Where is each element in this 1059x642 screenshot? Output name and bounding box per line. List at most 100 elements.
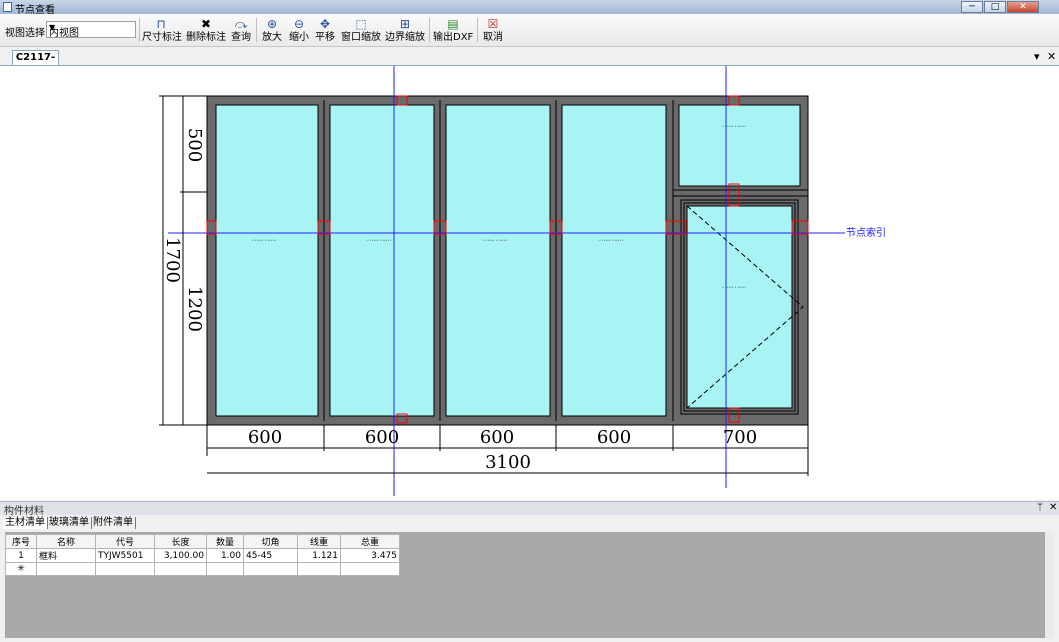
- document-tab-strip: C2117-1 ▾ ✕: [0, 47, 1059, 76]
- dimension-button-label: 尺寸标注: [142, 32, 182, 43]
- dim-bottom-2: 600: [365, 427, 399, 448]
- new-cell[interactable]: [154, 562, 207, 576]
- drawing-canvas[interactable]: • ••••• • ••••• • ••••• • ••••• • ••••• …: [0, 66, 1059, 500]
- query-button-label: 查询: [231, 32, 251, 43]
- new-row-marker: ✳: [5, 562, 37, 576]
- window-drawing: • ••••• • ••••• • ••••• • ••••• • ••••• …: [159, 66, 886, 496]
- close-button[interactable]: ✕: [1007, 1, 1039, 13]
- pan-icon: ✥: [319, 17, 331, 31]
- export-dxf-button[interactable]: ▤ 输出DXF: [433, 17, 473, 44]
- panel-close-icon[interactable]: ✕: [1049, 502, 1057, 513]
- svg-text:• ••••• • •••••: • ••••• • •••••: [483, 238, 507, 242]
- table-header-row: 序号 名称 代号 长度 数量 切角 线重 总重: [5, 534, 400, 549]
- pan-button-label: 平移: [315, 32, 335, 43]
- materials-table: 序号 名称 代号 长度 数量 切角 线重 总重 1 框料 TYJW5501 3,…: [5, 534, 400, 576]
- dim-bottom-1: 600: [248, 427, 282, 448]
- chevron-down-icon: ▼: [49, 23, 56, 32]
- cancel-icon: ☒: [487, 17, 499, 31]
- window-zoom-button-label: 窗口缩放: [341, 32, 381, 43]
- toolbar-separator: [139, 18, 140, 42]
- toolbar-separator: [256, 18, 257, 42]
- dimension-icon: ⊓: [156, 17, 166, 31]
- toolbar-separator: [477, 18, 478, 42]
- app-icon: [3, 2, 12, 12]
- view-select-dropdown[interactable]: 内视图 ▼: [46, 21, 136, 39]
- materials-tabs: 主材清单 玻璃清单 附件清单: [0, 515, 1059, 531]
- new-cell[interactable]: [95, 562, 155, 576]
- col-header-code[interactable]: 代号: [95, 534, 155, 549]
- export-dxf-button-label: 输出DXF: [433, 32, 474, 43]
- cell-name[interactable]: 框料: [36, 548, 96, 563]
- index-label: 节点索引: [846, 226, 886, 239]
- delete-dimension-button[interactable]: ✖ 删除标注: [186, 17, 226, 44]
- col-header-total-weight[interactable]: 总重: [340, 534, 400, 549]
- dimension-button[interactable]: ⊓ 尺寸标注: [142, 17, 182, 44]
- delete-dimension-button-label: 删除标注: [186, 32, 226, 43]
- minimize-button[interactable]: ─: [961, 1, 983, 13]
- dim-left-bottom: 1200: [184, 286, 205, 332]
- col-header-cut-angle[interactable]: 切角: [243, 534, 298, 549]
- tab-glass-list[interactable]: 玻璃清单: [47, 517, 92, 529]
- tab-main-materials[interactable]: 主材清单: [3, 517, 48, 529]
- cell-length[interactable]: 3,100.00: [154, 548, 207, 563]
- cell-total-weight[interactable]: 3.475: [340, 548, 400, 563]
- document-tab[interactable]: C2117-1: [12, 50, 59, 76]
- glass-pane-sash: [686, 205, 793, 409]
- svg-text:• ••••• • •••••: • ••••• • •••••: [367, 238, 391, 242]
- glass-pane-top-right: [678, 104, 801, 187]
- col-header-length[interactable]: 长度: [154, 534, 207, 549]
- cancel-button[interactable]: ☒ 取消: [482, 17, 504, 44]
- glass-pane-3: [445, 104, 551, 417]
- vertical-scrollbar[interactable]: [1045, 532, 1054, 638]
- new-cell[interactable]: [36, 562, 96, 576]
- new-cell[interactable]: [206, 562, 244, 576]
- col-header-quantity[interactable]: 数量: [206, 534, 244, 549]
- dim-bottom-4: 600: [597, 427, 631, 448]
- dim-bottom-5: 700: [723, 427, 757, 448]
- view-select-label: 视图选择: [5, 28, 45, 39]
- pan-button[interactable]: ✥ 平移: [314, 17, 336, 44]
- pin-icon[interactable]: ᛘ: [1037, 502, 1043, 513]
- cell-code[interactable]: TYJW5501: [95, 548, 155, 563]
- new-cell[interactable]: [297, 562, 341, 576]
- toolbar-separator: [429, 18, 430, 42]
- zoom-in-button[interactable]: ⊕ 放大: [261, 17, 283, 44]
- toolbar: 视图选择 内视图 ▼ ⊓ 尺寸标注 ✖ 删除标注 ⤼ 查询 ⊕ 放大 ⊖ 缩小 …: [0, 14, 1059, 47]
- new-cell[interactable]: [243, 562, 298, 576]
- table-row[interactable]: 1 框料 TYJW5501 3,100.00 1.00 45-45 1.121 …: [5, 548, 400, 563]
- col-header-name[interactable]: 名称: [36, 534, 96, 549]
- dim-left-top: 500: [184, 128, 205, 162]
- tab-list-chevron-icon[interactable]: ▾: [1034, 50, 1040, 63]
- title-bar: 节点查看 ─ □ ✕: [0, 0, 1059, 16]
- window-zoom-button[interactable]: ⬚ 窗口缩放: [341, 17, 381, 44]
- glass-pane-2: [329, 104, 435, 417]
- col-header-line-weight[interactable]: 线重: [297, 534, 341, 549]
- query-button[interactable]: ⤼ 查询: [230, 17, 252, 44]
- tab-close-icon[interactable]: ✕: [1047, 50, 1056, 63]
- cell-index[interactable]: 1: [5, 548, 37, 563]
- tab-accessories-list[interactable]: 附件清单: [91, 517, 136, 529]
- glass-pane-1: [215, 104, 319, 417]
- extent-zoom-button[interactable]: ⊞ 边界缩放: [385, 17, 425, 44]
- cell-quantity[interactable]: 1.00: [206, 548, 244, 563]
- extent-zoom-button-label: 边界缩放: [385, 32, 425, 43]
- extent-zoom-icon: ⊞: [399, 17, 411, 31]
- zoom-in-icon: ⊕: [266, 17, 278, 31]
- cell-line-weight[interactable]: 1.121: [297, 548, 341, 563]
- export-dxf-icon: ▤: [447, 17, 459, 31]
- zoom-out-button[interactable]: ⊖ 缩小: [288, 17, 310, 44]
- svg-text:• ••••• • •••••: • ••••• • •••••: [252, 238, 276, 242]
- query-icon: ⤼: [234, 17, 248, 31]
- window-zoom-icon: ⬚: [355, 17, 367, 31]
- col-header-index[interactable]: 序号: [5, 534, 37, 549]
- glass-pane-4: [561, 104, 667, 417]
- cancel-button-label: 取消: [483, 32, 503, 43]
- svg-text:• ••••• • •••••: • ••••• • •••••: [599, 238, 623, 242]
- dim-bottom-3: 600: [480, 427, 514, 448]
- materials-grid[interactable]: 序号 名称 代号 长度 数量 切角 线重 总重 1 框料 TYJW5501 3,…: [5, 532, 1054, 638]
- table-new-row[interactable]: ✳: [5, 562, 400, 576]
- zoom-out-icon: ⊖: [293, 17, 305, 31]
- cell-cut-angle[interactable]: 45-45: [243, 548, 298, 563]
- maximize-button[interactable]: □: [984, 1, 1006, 13]
- new-cell[interactable]: [340, 562, 400, 576]
